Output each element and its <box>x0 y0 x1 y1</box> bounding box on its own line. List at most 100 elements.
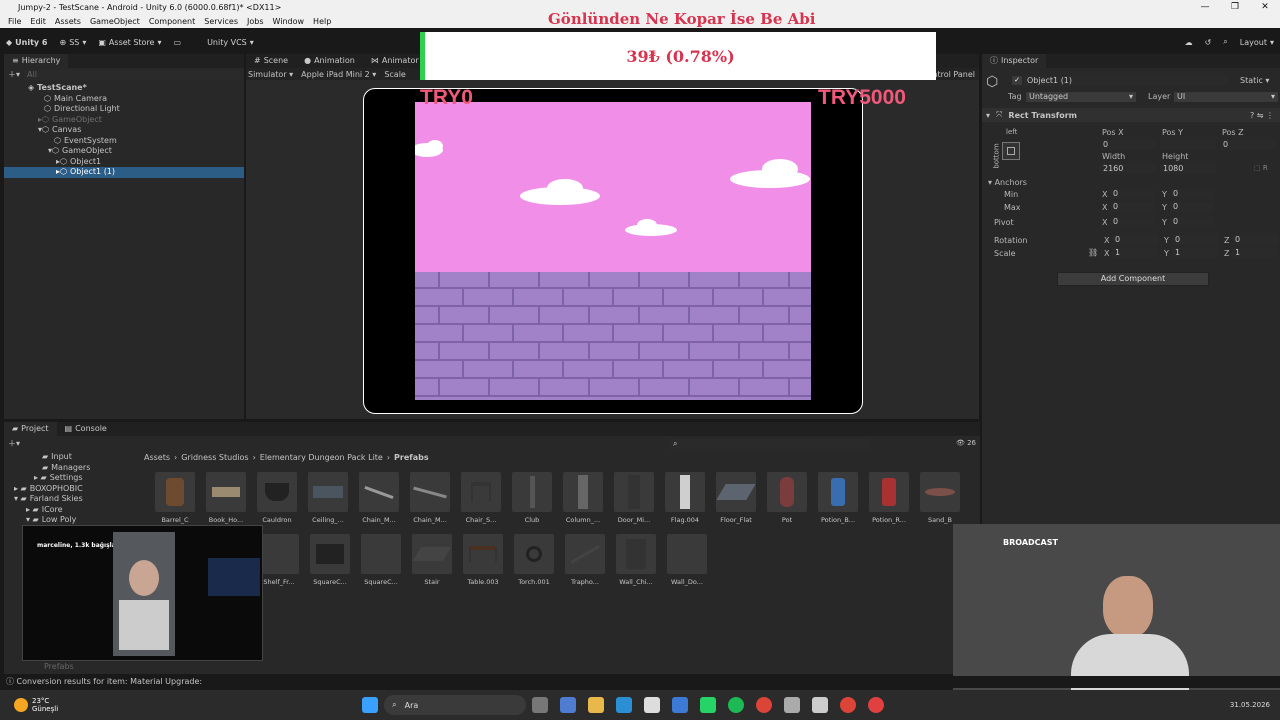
taskbar-search[interactable]: ⌕ Ara <box>384 695 527 715</box>
tab-console[interactable]: ▤ Console <box>57 422 115 436</box>
folder-settings[interactable]: ▸ ▰ Settings <box>4 473 139 484</box>
breadcrumb-dungeon-pack[interactable]: Elementary Dungeon Pack Lite <box>260 453 383 462</box>
device-dropdown[interactable]: Apple iPad Mini 2 ▾ <box>301 70 376 79</box>
rotation-z[interactable]: 0 <box>1232 235 1278 245</box>
asset-book[interactable]: Book_Ho... <box>203 472 249 532</box>
edge-icon[interactable] <box>616 697 633 713</box>
static-toggle[interactable]: Static ▾ <box>1240 76 1269 85</box>
pos-y-input[interactable] <box>1160 140 1216 150</box>
menu-file[interactable]: File <box>8 17 21 26</box>
rotation-x[interactable]: 0 <box>1112 235 1158 245</box>
link-icon[interactable]: ⛓ <box>1088 248 1098 257</box>
menu-assets[interactable]: Assets <box>55 17 81 26</box>
height-input[interactable]: 1080 <box>1160 164 1216 174</box>
project-search-input[interactable]: ⌕ <box>670 439 870 449</box>
obs-icon[interactable] <box>868 697 885 713</box>
menu-help[interactable]: Help <box>313 17 331 26</box>
folder-icore[interactable]: ▸ ▰ ICore <box>4 505 139 516</box>
copilot-icon[interactable] <box>560 697 577 713</box>
rotation-y[interactable]: 0 <box>1172 235 1218 245</box>
hierarchy-item-object1-1[interactable]: ▸⬡ Object1 (1) <box>4 167 244 178</box>
rect-transform-header[interactable]: ▾ ⤧ Rect Transform ? ⇋ ⋮ <box>982 108 1280 122</box>
package-icon[interactable]: ▭ <box>168 38 188 47</box>
vcs-dropdown[interactable]: Unity VCS ▾ <box>201 38 260 47</box>
tab-hierarchy[interactable]: ≡ Hierarchy <box>4 54 69 68</box>
asset-store-button[interactable]: ▣ Asset Store ▾ <box>92 38 167 47</box>
asset-chain-2[interactable]: Chain_M... <box>407 472 453 532</box>
tab-scene[interactable]: # Scene <box>246 54 296 68</box>
layer-dropdown[interactable]: UI ▾ <box>1174 92 1278 102</box>
search-icon[interactable]: ⌕ <box>1217 37 1233 47</box>
unity-editor-icon[interactable] <box>812 697 829 713</box>
minimize-button[interactable]: — <box>1190 0 1220 14</box>
game-view[interactable] <box>415 102 811 400</box>
status-message[interactable]: Conversion results for item: Material Up… <box>17 677 203 686</box>
unity-hub-icon[interactable] <box>784 697 801 713</box>
asset-cauldron[interactable]: Cauldron <box>254 472 300 532</box>
asset-wall-door[interactable]: Wall_Do... <box>664 534 710 594</box>
component-menu-icon[interactable]: ? ⇋ ⋮ <box>1250 111 1274 120</box>
anchor-min-y[interactable]: 0 <box>1170 189 1214 199</box>
outlook-icon[interactable] <box>672 697 689 713</box>
whatsapp-icon[interactable] <box>700 697 717 713</box>
asset-door[interactable]: Door_Mi... <box>611 472 657 532</box>
anchors-foldout[interactable]: ▾ Anchors <box>988 178 1027 187</box>
add-component-button[interactable]: Add Component <box>1057 272 1209 286</box>
menu-gameobject[interactable]: GameObject <box>90 17 140 26</box>
weather-widget[interactable]: 23°C Güneşli <box>14 697 58 713</box>
folder-input[interactable]: ▰ Input <box>4 452 139 463</box>
hierarchy-item-eventsystem[interactable]: ⬡ EventSystem <box>4 136 244 147</box>
close-button[interactable]: ✕ <box>1250 0 1280 14</box>
tag-dropdown[interactable]: Untagged ▾ <box>1026 92 1136 102</box>
pos-z-input[interactable]: 0 <box>1220 140 1276 150</box>
history-icon[interactable]: ↺ <box>1199 38 1218 47</box>
tab-project[interactable]: ▰ Project <box>4 422 57 436</box>
asset-flag[interactable]: Flag.004 <box>662 472 708 532</box>
asset-sand[interactable]: Sand_B <box>917 472 963 532</box>
asset-potion-red[interactable]: Potion_R... <box>866 472 912 532</box>
asset-barrel[interactable]: Barrel_C <box>152 472 198 532</box>
menu-jobs[interactable]: Jobs <box>247 17 264 26</box>
unity-menu[interactable]: ◆ Unity 6 <box>0 38 53 47</box>
pivot-y[interactable]: 0 <box>1170 217 1214 227</box>
tab-animation[interactable]: ● Animation <box>296 54 363 68</box>
simulator-dropdown[interactable]: Simulator ▾ <box>248 70 293 79</box>
pos-x-input[interactable]: 0 <box>1100 140 1156 150</box>
menu-component[interactable]: Component <box>149 17 195 26</box>
file-explorer-icon[interactable] <box>588 697 605 713</box>
chrome-icon[interactable] <box>756 697 773 713</box>
maximize-button[interactable]: ❐ <box>1220 0 1250 14</box>
asset-trapdoor[interactable]: Trapho... <box>562 534 608 594</box>
layout-dropdown[interactable]: Layout ▾ <box>1234 38 1280 47</box>
cloud-icon[interactable]: ☁ <box>1179 38 1199 47</box>
windows-start-icon[interactable] <box>362 697 379 713</box>
pivot-x[interactable]: 0 <box>1110 217 1154 227</box>
hierarchy-item-directional-light[interactable]: ⬡ Directional Light <box>4 104 244 115</box>
asset-ceiling[interactable]: Ceiling_... <box>305 472 351 532</box>
tab-animator[interactable]: ⋈ Animator <box>363 54 427 68</box>
asset-column[interactable]: Column_... <box>560 472 606 532</box>
hierarchy-item-gameobject-disabled[interactable]: ▸⬡ GameObject <box>4 115 244 126</box>
chrome-2-icon[interactable] <box>840 697 857 713</box>
breadcrumb-prefabs[interactable]: Prefabs <box>394 453 429 462</box>
scale-z[interactable]: 1 <box>1232 248 1278 258</box>
asset-chain-1[interactable]: Chain_M... <box>356 472 402 532</box>
asset-pot[interactable]: Pot <box>764 472 810 532</box>
anchor-min-x[interactable]: 0 <box>1110 189 1154 199</box>
active-checkbox[interactable]: ✓ <box>1012 76 1022 85</box>
anchor-max-y[interactable]: 0 <box>1170 202 1214 212</box>
scale-x[interactable]: 1 <box>1112 248 1158 258</box>
anchor-max-x[interactable]: 0 <box>1110 202 1154 212</box>
hierarchy-item-gameobject[interactable]: ▾⬡ GameObject <box>4 146 244 157</box>
asset-stair[interactable]: Stair <box>409 534 455 594</box>
asset-club[interactable]: Club <box>509 472 555 532</box>
add-asset-icon[interactable]: ＋▾ <box>8 438 20 449</box>
anchor-presets-button[interactable] <box>1002 142 1020 160</box>
asset-square-1[interactable]: SquareC... <box>307 534 353 594</box>
breadcrumb-assets[interactable]: Assets <box>144 453 170 462</box>
spotify-icon[interactable] <box>728 697 745 713</box>
asset-floor-flat[interactable]: Floor_Flat <box>713 472 759 532</box>
asset-torch[interactable]: Torch.001 <box>511 534 557 594</box>
hierarchy-scene-root[interactable]: ◈ TestScane* <box>4 83 244 94</box>
menu-window[interactable]: Window <box>273 17 305 26</box>
